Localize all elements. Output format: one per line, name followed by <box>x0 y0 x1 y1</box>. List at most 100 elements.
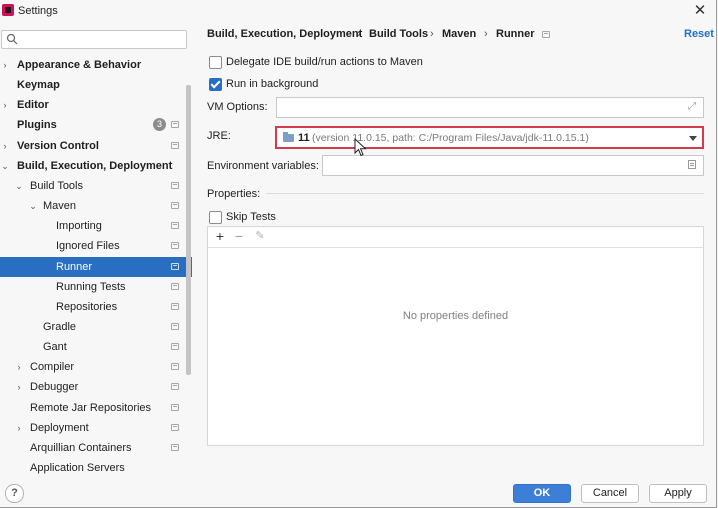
chevron-right-icon[interactable]: › <box>0 136 10 156</box>
reset-link[interactable]: Reset <box>684 28 714 40</box>
chevron-right-icon[interactable]: › <box>14 418 24 438</box>
skip-tests-checkbox[interactable] <box>209 211 222 224</box>
remove-icon[interactable]: − <box>232 229 246 243</box>
sidebar-item[interactable]: Gant <box>0 337 192 357</box>
vm-options-label: VM Options: <box>207 101 268 113</box>
sidebar-item-label: Maven <box>43 200 77 213</box>
properties-toolbar: + − ✎ <box>208 227 703 248</box>
sidebar-item[interactable]: Application Servers <box>0 458 192 478</box>
sidebar-item-label: Keymap <box>17 79 60 92</box>
title-bar: Settings ✕ <box>0 0 716 22</box>
chevron-down-icon <box>689 136 697 141</box>
chevron-right-icon[interactable]: › <box>14 357 24 377</box>
vm-options-field[interactable]: ⤢ <box>276 97 704 118</box>
sidebar-item[interactable]: Arquillian Containers <box>0 438 192 458</box>
sidebar-item-label: Gant <box>43 341 67 354</box>
sidebar-item[interactable]: Ignored Files <box>0 236 192 256</box>
jre-version: 11 <box>298 132 310 144</box>
sidebar-item[interactable]: ⌄ Build Tools <box>0 176 192 196</box>
chevron-right-icon[interactable]: › <box>0 55 10 75</box>
app-logo-icon <box>2 4 14 16</box>
sidebar-item-label: Plugins <box>17 119 57 132</box>
mouse-cursor-icon <box>354 138 367 157</box>
sidebar-item[interactable]: › Deployment <box>0 418 192 438</box>
sidebar-scrollbar[interactable] <box>186 85 191 375</box>
chevron-right-icon[interactable]: › <box>14 377 24 397</box>
project-level-icon <box>171 363 179 371</box>
breadcrumb-item: Build, Execution, Deployment <box>207 28 363 40</box>
sidebar-item-label: Arquillian Containers <box>30 441 132 454</box>
jdk-folder-icon <box>283 132 294 142</box>
chevron-down-icon[interactable]: ⌄ <box>28 196 38 216</box>
skip-tests-label: Skip Tests <box>226 211 276 223</box>
delegate-checkbox[interactable] <box>209 56 222 69</box>
document-icon[interactable] <box>688 160 696 169</box>
sidebar-item-label: Build, Execution, Deployment <box>17 159 173 172</box>
sidebar-item-label: Remote Jar Repositories <box>30 401 152 414</box>
sidebar-item-label: Application Servers <box>30 462 125 474</box>
sidebar-item[interactable]: Remote Jar Repositories <box>0 398 192 418</box>
sidebar-item[interactable]: › Appearance & Behavior <box>0 55 192 75</box>
sidebar-item[interactable]: ⌄ Build, Execution, Deployment <box>0 156 192 176</box>
add-icon[interactable]: + <box>213 229 227 243</box>
sidebar-item-label: Debugger <box>30 381 79 394</box>
breadcrumb-item: Runner <box>496 28 535 40</box>
sidebar-item-label: Gradle <box>43 320 77 333</box>
window-title: Settings <box>18 5 58 17</box>
project-level-icon <box>171 181 179 189</box>
sidebar-item-label: Build Tools <box>30 179 83 192</box>
sidebar-item-label: Version Control <box>17 139 99 152</box>
project-level-icon <box>171 443 179 451</box>
chevron-right-icon[interactable]: › <box>0 95 10 115</box>
run-in-background-label: Run in background <box>226 78 319 90</box>
edit-icon[interactable]: ✎ <box>253 229 267 243</box>
sidebar-item[interactable]: › Compiler <box>0 357 192 377</box>
sidebar-item-label: Editor <box>17 99 49 112</box>
properties-label: Properties: <box>207 188 261 200</box>
chevron-down-icon[interactable]: ⌄ <box>14 176 24 196</box>
jre-label: JRE: <box>207 130 231 142</box>
sidebar-item-label: Runner <box>56 260 93 273</box>
sidebar-item[interactable]: Runner <box>0 256 192 277</box>
environment-variables-field[interactable] <box>322 155 704 176</box>
project-level-icon <box>171 222 179 230</box>
sidebar-item[interactable]: Repositories <box>0 297 192 317</box>
project-level-icon <box>171 262 179 270</box>
sidebar-item[interactable]: ⌄ Maven <box>0 196 192 216</box>
sidebar-item-label: Importing <box>56 220 102 233</box>
sidebar-item[interactable]: Importing <box>0 216 192 236</box>
empty-properties-text: No properties defined <box>402 310 509 322</box>
cancel-button[interactable]: Cancel <box>581 484 639 503</box>
sidebar-item[interactable]: Running Tests <box>0 277 192 297</box>
environment-variables-label: Environment variables: <box>207 160 319 172</box>
sidebar-item[interactable]: › Version Control <box>0 136 192 156</box>
project-level-icon <box>171 282 179 290</box>
sidebar-item[interactable]: Gradle <box>0 317 192 337</box>
sidebar-item[interactable]: › Editor <box>0 95 192 115</box>
project-level-icon <box>171 383 179 391</box>
sidebar-item[interactable]: Plugins 3 <box>0 115 192 135</box>
properties-divider <box>266 193 704 194</box>
close-button[interactable]: ✕ <box>690 1 710 21</box>
breadcrumb-separator: › <box>430 28 434 40</box>
sidebar-item-label: Appearance & Behavior <box>17 59 142 71</box>
breadcrumb-item: Build Tools <box>369 28 429 40</box>
run-in-background-checkbox[interactable] <box>209 78 222 91</box>
apply-button[interactable]: Apply <box>649 484 707 503</box>
sidebar-item[interactable]: › Debugger <box>0 377 192 397</box>
sidebar-item-label: Compiler <box>30 361 75 374</box>
sidebar-item[interactable]: Keymap <box>0 75 192 95</box>
project-level-icon <box>171 141 179 149</box>
chevron-down-icon[interactable]: ⌄ <box>0 156 10 176</box>
help-button[interactable]: ? <box>5 484 24 503</box>
expand-icon[interactable]: ⤢ <box>688 102 698 112</box>
project-level-icon <box>171 423 179 431</box>
breadcrumb-separator: › <box>484 28 488 40</box>
ok-button[interactable]: OK <box>513 484 571 503</box>
sidebar-item-label: Repositories <box>56 300 118 313</box>
jre-select[interactable]: 11 (version 11.0.15, path: C:/Program Fi… <box>275 126 704 149</box>
settings-sidebar: › Appearance & Behavior Keymap › Editor Plugi… <box>0 27 193 475</box>
project-level-icon <box>171 322 179 330</box>
project-level-icon <box>542 31 550 38</box>
settings-search-input[interactable] <box>1 30 187 49</box>
